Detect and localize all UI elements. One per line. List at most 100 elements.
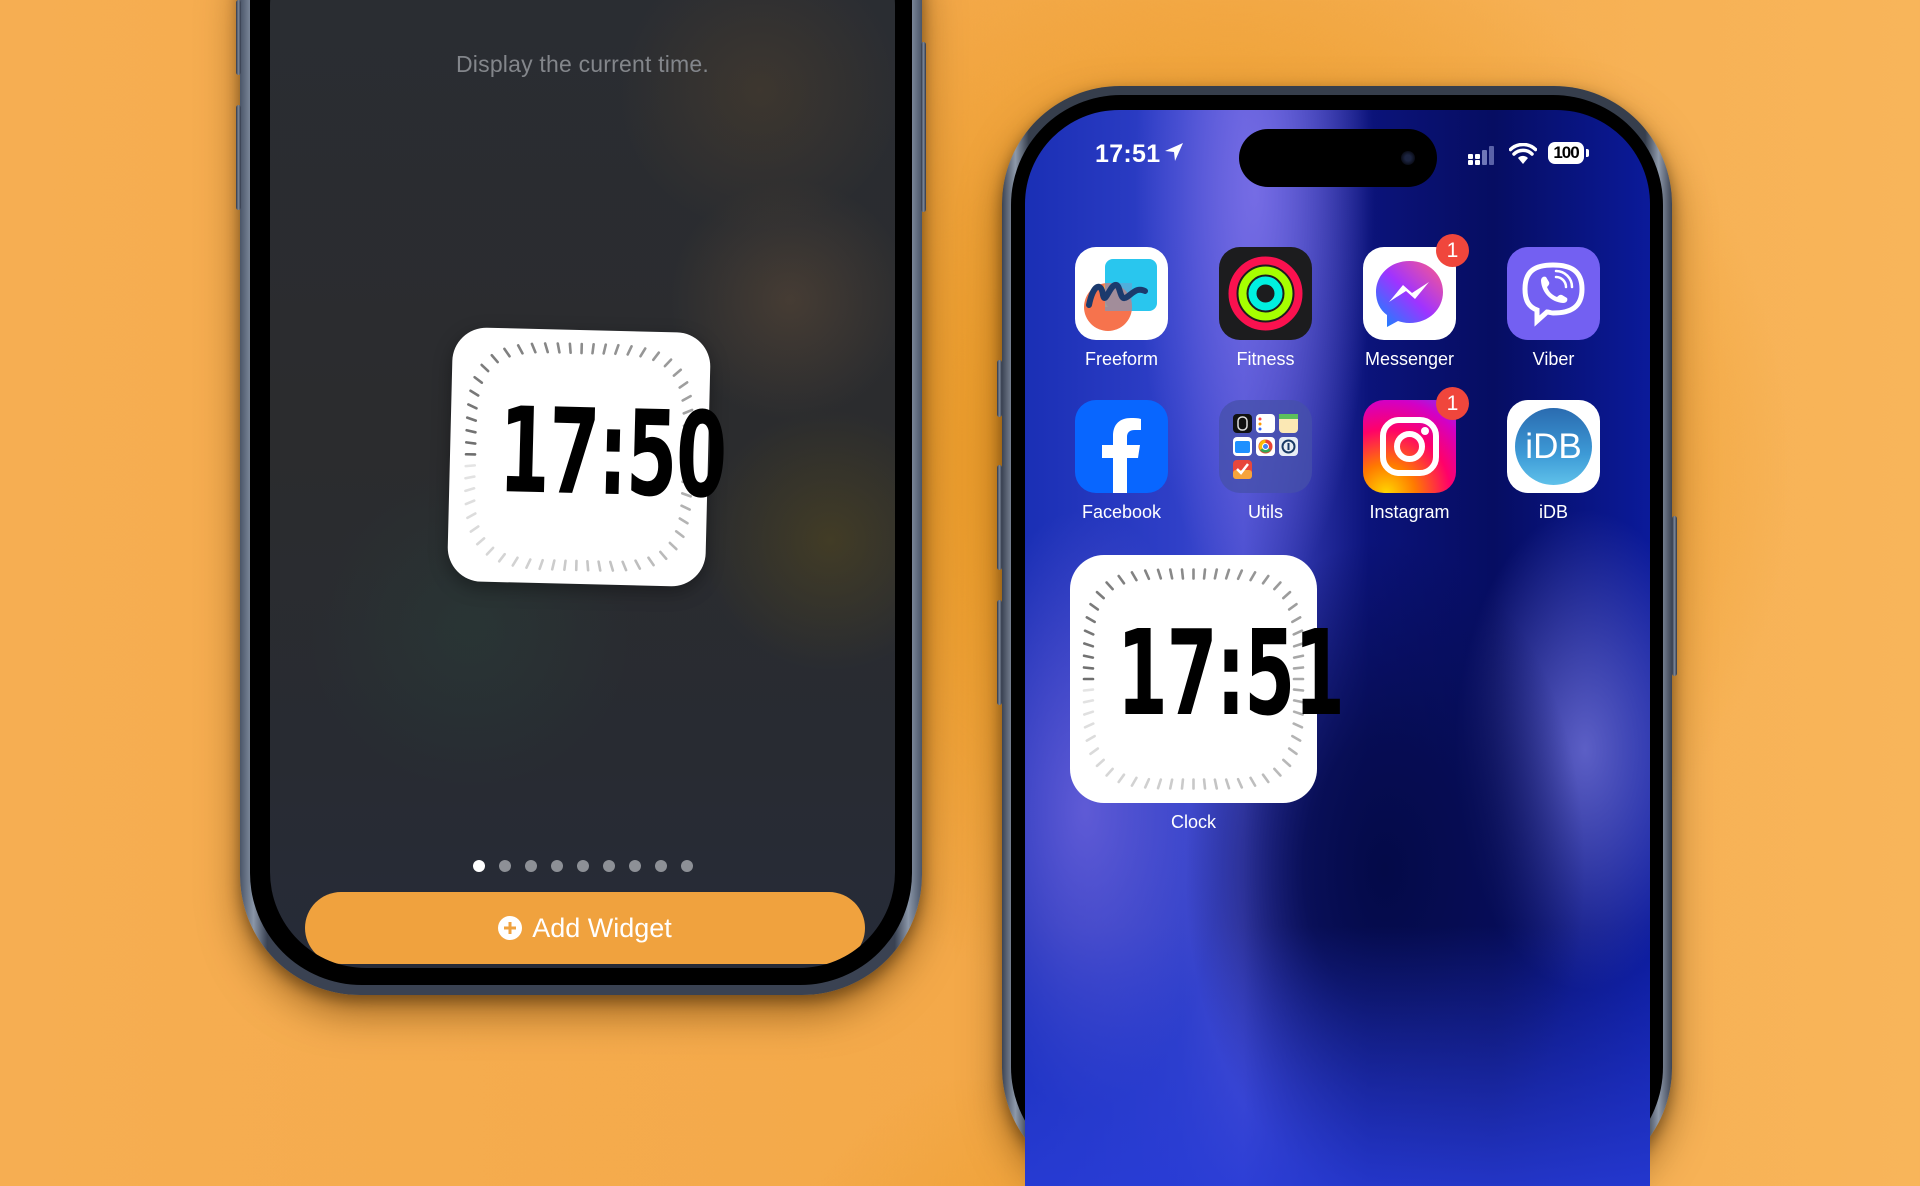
- clock-tick: [504, 349, 509, 356]
- clock-tick: [1084, 656, 1093, 658]
- clock-tick: [598, 562, 600, 571]
- clock-tick: [1263, 576, 1268, 583]
- app-facebook[interactable]: Facebook: [1075, 400, 1168, 493]
- add-widget-button[interactable]: Add Widget: [305, 892, 865, 964]
- clock-tick: [587, 561, 588, 570]
- page-dot[interactable]: [551, 860, 563, 872]
- app-label: Instagram: [1333, 502, 1486, 523]
- clock-tick: [1085, 724, 1093, 728]
- clock-tick: [592, 344, 593, 353]
- clock-tick: [1145, 571, 1149, 579]
- clock-tick: [1263, 775, 1268, 782]
- clock-tick: [1226, 780, 1229, 789]
- clock-tick: [641, 348, 646, 356]
- status-time: 17:51: [1095, 140, 1160, 169]
- page-dot[interactable]: [525, 860, 537, 872]
- page-dot[interactable]: [655, 860, 667, 872]
- clock-tick: [570, 344, 571, 353]
- clock-tick: [467, 418, 476, 421]
- idb-logo-text: iDB: [1525, 427, 1581, 466]
- battery-nub: [1586, 149, 1589, 157]
- clock-tick: [1085, 631, 1093, 635]
- clock-tick: [468, 404, 476, 408]
- clock-tick: [1132, 572, 1137, 580]
- clock-tick: [466, 465, 475, 466]
- clock-tick: [1084, 700, 1093, 702]
- notification-badge: 1: [1436, 387, 1469, 420]
- page-dot[interactable]: [603, 860, 615, 872]
- clock-tick: [1215, 780, 1217, 789]
- clock-tick: [1215, 570, 1217, 579]
- idb-icon: iDB: [1507, 400, 1600, 493]
- app-idb[interactable]: iDB iDB: [1507, 400, 1600, 493]
- app-messenger[interactable]: 1 Messenger: [1363, 247, 1456, 340]
- page-indicator[interactable]: [270, 860, 895, 872]
- battery-indicator: 100: [1548, 142, 1584, 164]
- clock-tick: [648, 558, 653, 565]
- wallpaper-glow: [1025, 926, 1650, 1186]
- clock-tick: [674, 370, 681, 376]
- clock-tick: [622, 562, 626, 570]
- power-button: [1672, 516, 1677, 676]
- clock-widget-time: 17:50: [498, 390, 661, 514]
- clock-tick: [1091, 749, 1098, 754]
- page-dot[interactable]: [629, 860, 641, 872]
- clock-tick: [564, 561, 565, 570]
- app-freeform[interactable]: Freeform: [1075, 247, 1168, 340]
- clock-tick: [1182, 570, 1183, 579]
- notification-badge: 1: [1436, 234, 1469, 267]
- clock-tick: [467, 430, 476, 432]
- app-label: Freeform: [1045, 349, 1198, 370]
- clock-tick: [1226, 570, 1229, 579]
- location-arrow-icon: [1163, 141, 1185, 163]
- clock-tick: [1091, 604, 1098, 609]
- clock-widget-preview[interactable]: 17:50: [447, 327, 711, 587]
- clock-tick: [466, 442, 475, 443]
- clock-tick: [665, 359, 671, 366]
- clock-tick: [471, 526, 478, 531]
- clock-tick: [653, 353, 658, 360]
- clock-widget-time: 17:51: [1117, 613, 1270, 733]
- app-instagram[interactable]: 1 Instagram: [1363, 400, 1456, 493]
- app-viber[interactable]: Viber: [1507, 247, 1600, 340]
- app-label: Messenger: [1333, 349, 1486, 370]
- clock-tick: [466, 500, 474, 504]
- clock-tick: [1182, 780, 1183, 789]
- page-dot[interactable]: [499, 860, 511, 872]
- clock-tick: [676, 531, 683, 536]
- clock-tick: [540, 560, 543, 569]
- folder-icon: [1219, 400, 1312, 493]
- home-screen: 17:51 100: [1025, 110, 1650, 1186]
- clock-widget[interactable]: 17:51: [1070, 555, 1317, 803]
- app-folder-utils[interactable]: Utils: [1219, 400, 1312, 493]
- viber-icon: [1507, 247, 1600, 340]
- clock-tick: [1097, 760, 1104, 766]
- clock-tick: [477, 538, 484, 544]
- clock-widget-label: Clock: [1070, 812, 1317, 833]
- clock-tick: [467, 513, 475, 518]
- clock-tick: [481, 365, 488, 371]
- clock-tick: [1274, 769, 1280, 776]
- idb-logo: iDB: [1515, 408, 1592, 485]
- left-phone: Display the current time. 17:50 Add Widg…: [240, 0, 922, 995]
- page-dot[interactable]: [473, 860, 485, 872]
- clock-tick: [1204, 570, 1205, 579]
- clock-tick: [1084, 644, 1093, 647]
- clock-tick: [610, 562, 613, 571]
- side-button: [236, 0, 241, 75]
- page-dot[interactable]: [577, 860, 589, 872]
- page-dot[interactable]: [681, 860, 693, 872]
- clock-tick: [526, 559, 530, 567]
- clock-tick: [1251, 778, 1256, 786]
- clock-tick: [670, 543, 677, 549]
- clock-tick: [1087, 617, 1095, 622]
- clock-tick: [615, 345, 618, 354]
- clock-tick: [1170, 570, 1172, 579]
- wifi-icon: [1509, 143, 1537, 165]
- plus-circle-icon: [498, 916, 522, 940]
- clock-tick: [1084, 712, 1093, 715]
- clock-tick: [604, 345, 606, 354]
- app-fitness[interactable]: Fitness: [1219, 247, 1312, 340]
- clock-tick: [470, 391, 478, 396]
- clock-tick: [1084, 690, 1093, 691]
